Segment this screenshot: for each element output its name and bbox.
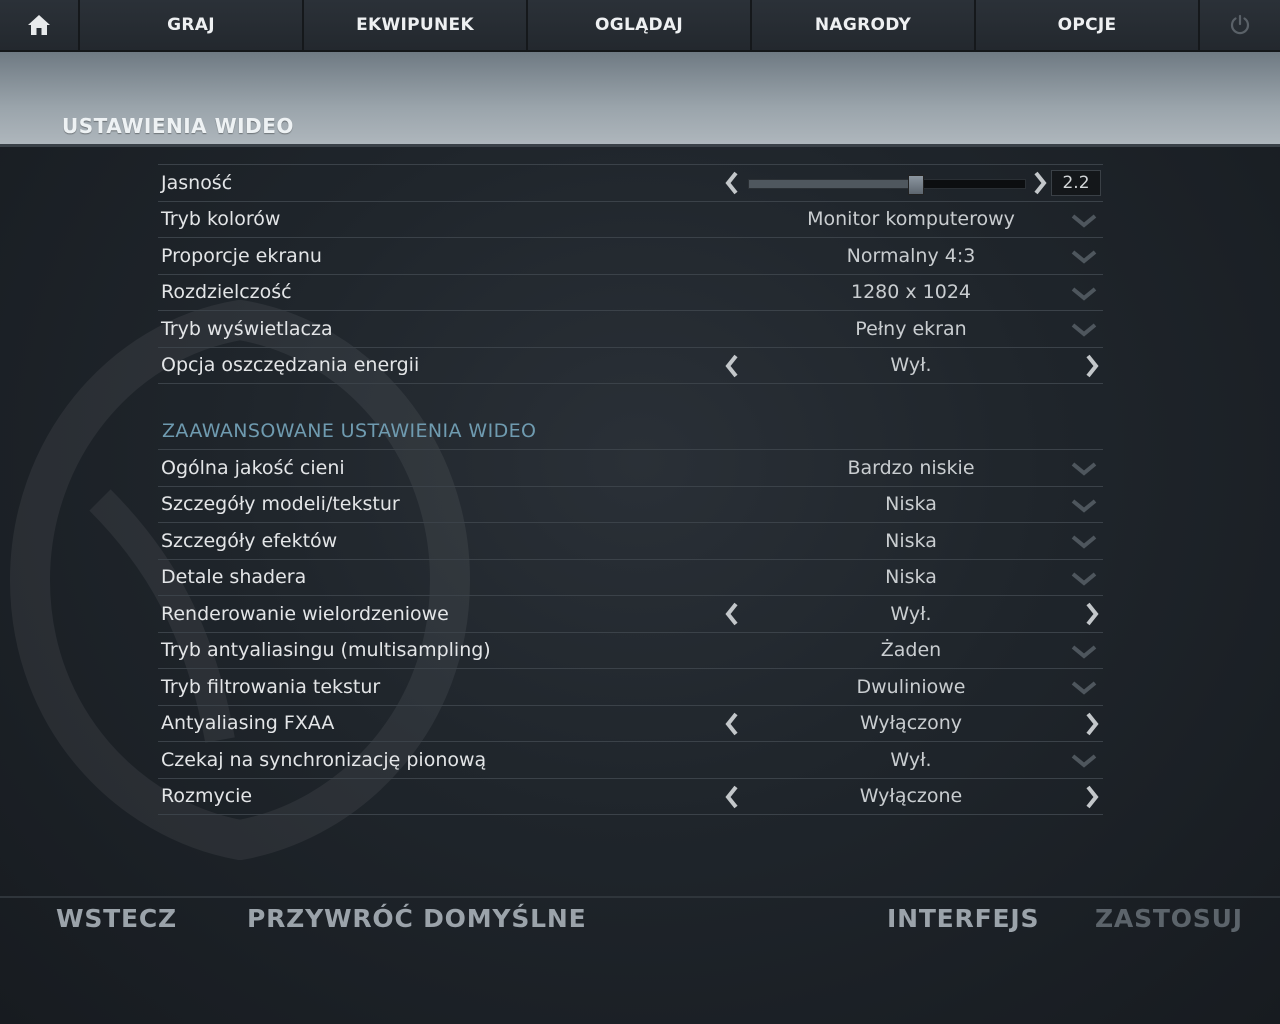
home-button[interactable] [0,0,80,50]
setting-label: Tryb filtrowania tekstur [161,675,381,698]
restore-defaults-button[interactable]: PRZYWRÓĆ DOMYŚLNE [247,904,586,933]
setting-label: Antyaliasing FXAA [161,712,335,735]
setting-row-detale-shadera[interactable]: Detale shadera Niska [158,560,1103,596]
setting-value[interactable]: Monitor komputerowy [730,208,1092,230]
setting-row-renderowanie-wielordzeniowe[interactable]: Renderowanie wielordzeniowe Wył. [158,596,1103,633]
chevron-down-icon[interactable] [1071,286,1097,301]
setting-value[interactable]: Niska [730,493,1092,515]
arrow-right-icon[interactable] [1084,785,1100,809]
nav-options[interactable]: OPCJE [976,0,1200,50]
footer-divider [0,896,1280,898]
arrow-right-icon[interactable] [1084,354,1100,378]
setting-label: Rozdzielczość [161,281,292,304]
setting-row-szczego-y-efektow[interactable]: Szczegóły efektów Niska [158,523,1103,560]
chevron-down-icon[interactable] [1071,754,1097,768]
brightness-value: 2.2 [1051,170,1101,196]
back-button[interactable]: WSTECZ [56,904,177,933]
setting-row-tryb-kolorow[interactable]: Tryb kolorów Monitor komputerowy [158,202,1103,238]
setting-value[interactable]: Niska [730,530,1092,552]
slider-handle[interactable] [907,175,924,195]
chevron-down-icon[interactable] [1071,213,1097,228]
setting-value[interactable]: Bardzo niskie [730,457,1092,479]
page-header: USTAWIENIA WIDEO [0,52,1280,147]
arrow-right-icon[interactable] [1084,602,1100,626]
chevron-down-icon[interactable] [1071,250,1097,264]
page-title: USTAWIENIA WIDEO [62,114,294,138]
arrow-left-icon[interactable] [724,785,740,809]
arrow-right-icon[interactable] [1084,712,1100,736]
nav-play[interactable]: GRAJ [80,0,304,50]
chevron-down-icon[interactable] [1071,535,1097,549]
arrow-left-icon[interactable] [724,602,740,626]
setting-value[interactable]: Dwuliniowe [730,676,1092,698]
setting-label: Jasność [161,171,233,194]
setting-row-opcja-oszczedzania-energii[interactable]: Opcja oszczędzania energii Wył. [158,348,1103,384]
nav-watch[interactable]: OGLĄDAJ [528,0,752,50]
setting-row-rozdzielczosc[interactable]: Rozdzielczość 1280 x 1024 [158,275,1103,311]
arrow-left-icon[interactable] [724,171,740,195]
arrow-left-icon[interactable] [724,354,740,378]
setting-label: Rozmycie [161,785,253,808]
setting-value[interactable]: Wyłączone [730,785,1092,807]
setting-label: Renderowanie wielordzeniowe [161,602,449,625]
setting-label: Tryb kolorów [161,208,281,231]
setting-row-tryb-wyswietlacza[interactable]: Tryb wyświetlacza Pełny ekran [158,311,1103,348]
setting-row-tryb-antyaliasingu-multisampling[interactable]: Tryb antyaliasingu (multisampling) Żaden [158,633,1103,669]
power-icon [1230,14,1250,35]
top-navigation: GRAJ EKWIPUNEK OGLĄDAJ NAGRODY OPCJE [0,0,1280,52]
setting-label: Proporcje ekranu [161,244,322,267]
brightness-slider[interactable] [748,175,1026,195]
setting-value[interactable]: Wyłączony [730,712,1092,734]
setting-row-ogolna-jakosc-cieni[interactable]: Ogólna jakość cieni Bardzo niskie [158,449,1103,487]
setting-label: Detale shadera [161,566,307,589]
setting-value[interactable]: 1280 x 1024 [730,281,1092,303]
setting-label: Ogólna jakość cieni [161,456,345,479]
home-icon [28,15,50,35]
arrow-left-icon[interactable] [724,712,740,736]
chevron-down-icon[interactable] [1071,323,1097,337]
setting-value[interactable]: Żaden [730,639,1092,661]
chevron-down-icon[interactable] [1071,462,1097,476]
setting-label: Szczegóły modeli/tekstur [161,493,400,516]
setting-value[interactable]: Pełny ekran [730,318,1092,340]
nav-rewards[interactable]: NAGRODY [752,0,976,50]
setting-label: Tryb wyświetlacza [161,317,333,340]
chevron-down-icon[interactable] [1071,498,1097,513]
power-button[interactable] [1200,0,1280,50]
setting-row-proporcje-ekranu[interactable]: Proporcje ekranu Normalny 4:3 [158,238,1103,275]
setting-row-brightness: Jasność 2.2 [158,164,1103,202]
setting-value[interactable]: Wył. [730,749,1092,771]
apply-button[interactable]: ZASTOSUJ [1095,904,1243,933]
setting-row-tryb-filtrowania-tekstur[interactable]: Tryb filtrowania tekstur Dwuliniowe [158,669,1103,706]
setting-label: Czekaj na synchronizację pionową [161,748,487,771]
setting-label: Opcja oszczędzania energii [161,354,420,377]
advanced-settings-list: Ogólna jakość cieni Bardzo niskie Szczegół… [158,449,1103,815]
nav-inventory[interactable]: EKWIPUNEK [304,0,528,50]
setting-value[interactable]: Wył. [730,354,1092,376]
basic-settings-list: Jasność 2.2 Tryb kolorów Monitor komputer… [158,164,1103,384]
setting-value[interactable]: Normalny 4:3 [730,245,1092,267]
arrow-right-icon[interactable] [1032,171,1048,195]
chevron-down-icon[interactable] [1071,644,1097,659]
setting-value[interactable]: Wył. [730,603,1092,625]
setting-row-szczego-y-modeli-tekstur[interactable]: Szczegóły modeli/tekstur Niska [158,487,1103,523]
advanced-section-title: ZAAWANSOWANE USTAWIENIA WIDEO [162,420,537,442]
setting-row-czekaj-na-synchronizacje-pionowa[interactable]: Czekaj na synchronizację pionową Wył. [158,742,1103,779]
setting-label: Szczegóły efektów [161,529,338,552]
chevron-down-icon[interactable] [1071,681,1097,695]
interface-button[interactable]: INTERFEJS [887,904,1039,933]
chevron-down-icon[interactable] [1071,571,1097,586]
setting-row-rozmycie[interactable]: Rozmycie Wyłączone [158,779,1103,815]
setting-row-antyaliasing-fxaa[interactable]: Antyaliasing FXAA Wyłączony [158,706,1103,742]
setting-label: Tryb antyaliasingu (multisampling) [161,639,491,662]
slider-fill [749,180,915,188]
setting-value[interactable]: Niska [730,566,1092,588]
